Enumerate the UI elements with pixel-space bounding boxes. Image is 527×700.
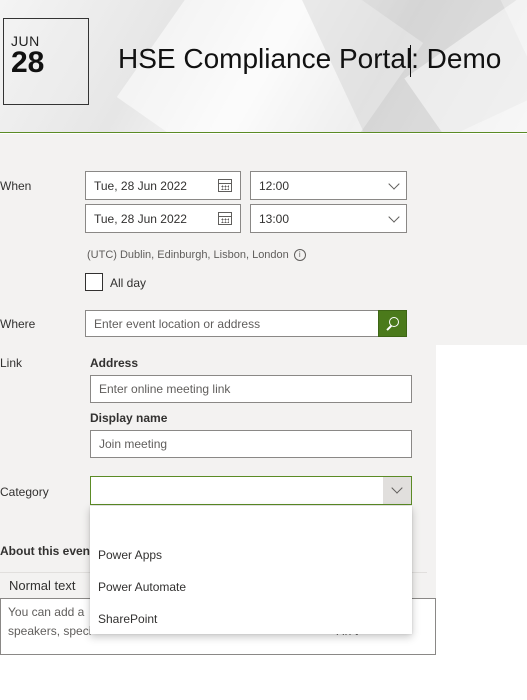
display-name-input[interactable]: Join meeting [90, 430, 412, 458]
display-name-label: Display name [90, 411, 168, 425]
page-title[interactable]: HSE Compliance Portal: Demo [118, 43, 501, 77]
event-day: 28 [11, 46, 45, 79]
category-select[interactable] [90, 476, 412, 505]
when-label: When [0, 179, 32, 193]
page-header: JUN 28 HSE Compliance Portal: Demo [0, 0, 527, 133]
text-style-select[interactable]: Normal text [9, 578, 75, 593]
category-dropdown-menu: Power Apps Power Automate SharePoint [90, 506, 412, 634]
chevron-down-icon [391, 482, 403, 494]
calendar-icon[interactable] [218, 179, 232, 192]
start-date-value: Tue, 28 Jun 2022 [94, 178, 187, 193]
category-label: Category [0, 485, 49, 499]
end-date-value: Tue, 28 Jun 2022 [94, 211, 187, 226]
start-time-select[interactable]: 12:00 [250, 171, 407, 200]
calendar-icon[interactable] [218, 212, 232, 225]
end-time-value: 13:00 [259, 211, 290, 226]
about-event-label: About this even [0, 544, 91, 558]
link-label: Link [0, 356, 23, 370]
timezone-text: (UTC) Dublin, Edinburgh, Lisbon, London i [87, 249, 306, 261]
meeting-link-placeholder: Enter online meeting link [99, 382, 231, 396]
location-search-button[interactable] [378, 310, 407, 337]
display-name-value: Join meeting [99, 437, 168, 451]
page-title-part2: : Demo [411, 43, 502, 74]
chevron-down-icon [388, 211, 400, 223]
start-date-picker[interactable]: Tue, 28 Jun 2022 [85, 171, 241, 200]
end-date-picker[interactable]: Tue, 28 Jun 2022 [85, 204, 241, 233]
location-input[interactable]: Enter event location or address [85, 310, 379, 337]
dropdown-option-power-apps[interactable]: Power Apps [98, 548, 162, 562]
dropdown-option-power-automate[interactable]: Power Automate [98, 580, 186, 594]
start-time-value: 12:00 [259, 178, 290, 193]
dropdown-option-sharepoint[interactable]: SharePoint [98, 612, 157, 626]
meeting-link-input[interactable]: Enter online meeting link [90, 375, 412, 403]
info-icon[interactable]: i [293, 249, 306, 261]
all-day-label: All day [110, 276, 147, 290]
address-label: Address [90, 356, 139, 370]
end-time-select[interactable]: 13:00 [250, 204, 407, 233]
where-label: Where [0, 317, 36, 331]
timezone-label: (UTC) Dublin, Edinburgh, Lisbon, London [87, 249, 289, 261]
search-icon-handle [386, 325, 392, 331]
location-placeholder: Enter event location or address [94, 316, 261, 331]
all-day-checkbox[interactable] [85, 273, 103, 291]
chevron-down-icon [388, 178, 400, 190]
page-title-part1: HSE Compliance Portal [118, 43, 413, 74]
category-dropdown-toggle[interactable] [383, 477, 411, 504]
